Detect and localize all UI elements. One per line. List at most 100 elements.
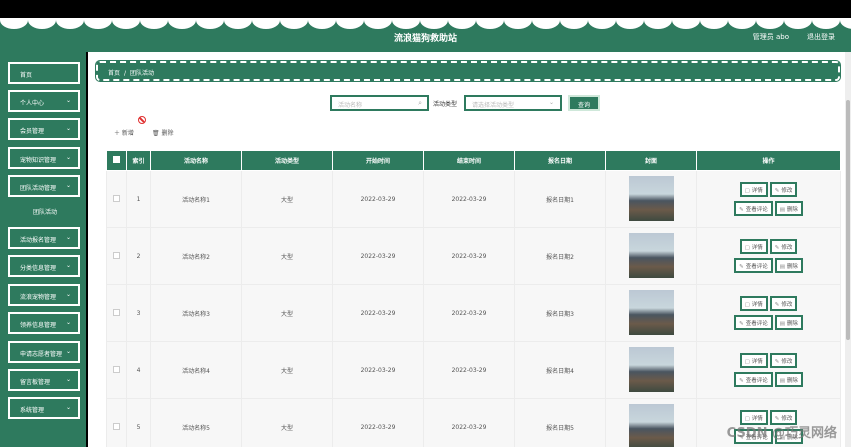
activity-name-search-input[interactable]: 活动名称 ⌕	[330, 95, 429, 111]
delete-button[interactable]: ▤ 删除	[774, 258, 803, 273]
view-comments-button[interactable]: ✎ 查看评论	[734, 315, 773, 330]
breadcrumb-current: 团队活动	[130, 70, 155, 77]
sidebar: 首页 个人中心 ⌄ 会员管理 ⌄ 宠物知识管理 ⌄ 团队活动管理 ⌄ 团队活动 活动报名…	[0, 52, 86, 447]
sidebar-item-volunteer[interactable]: 申请志愿者管理 ⌄	[8, 341, 80, 363]
cell-date: 报名日期3	[514, 284, 606, 342]
table-header-row: 索引 活动名称 活动类型 开始时间 结束时间 报名日期 封面 操作	[106, 150, 841, 171]
cell-end: 2022-03-29	[423, 227, 515, 285]
cover-image[interactable]	[628, 289, 674, 335]
col-name: 活动名称	[150, 150, 242, 171]
cell-date: 报名日期4	[514, 341, 606, 399]
cell-type: 大型	[241, 341, 333, 399]
table-row[interactable]: 3 活动名称3 大型 2022-03-29 2022-03-29 报名日期3 ▢ 详情 ✎ 修改✎…	[106, 284, 841, 342]
window-top-strip	[0, 0, 851, 18]
batch-delete-button[interactable]: 🗑 删除	[152, 128, 174, 137]
edit-icon: ✎	[739, 207, 744, 213]
cell-index: 2	[126, 227, 151, 285]
edit-button[interactable]: ✎ 修改	[769, 353, 798, 368]
cell-cover	[605, 170, 697, 228]
sidebar-item-adoption[interactable]: 领养信息管理 ⌄	[8, 312, 80, 334]
row-checkbox[interactable]	[106, 227, 127, 285]
detail-button[interactable]: ▢ 详情	[739, 353, 768, 368]
cell-date: 报名日期5	[514, 398, 606, 447]
cell-end: 2022-03-29	[423, 284, 515, 342]
cell-cover	[605, 341, 697, 399]
cover-image[interactable]	[628, 346, 674, 392]
cell-type: 大型	[241, 284, 333, 342]
edit-icon: ✎	[739, 264, 744, 270]
trash-icon: ▤	[779, 321, 785, 327]
edit-button[interactable]: ✎ 修改	[769, 182, 798, 197]
cell-cover	[605, 227, 697, 285]
edit-icon: ✎	[774, 302, 780, 308]
table-row[interactable]: 4 活动名称4 大型 2022-03-29 2022-03-29 报名日期4 ▢ 详情 ✎ 修改✎…	[106, 341, 841, 399]
sidebar-item-activity-signup[interactable]: 活动报名管理 ⌄	[8, 227, 80, 249]
cover-image[interactable]	[628, 232, 674, 278]
cell-date: 报名日期2	[514, 227, 606, 285]
row-checkbox[interactable]	[106, 170, 127, 228]
sidebar-subitem-team-activity[interactable]: 团队活动	[12, 203, 78, 218]
edit-button[interactable]: ✎ 修改	[769, 239, 798, 254]
chevron-down-icon: ⌄	[65, 125, 71, 132]
table-row[interactable]: 1 活动名称1 大型 2022-03-29 2022-03-29 报名日期1 ▢ 详情 ✎ 修改✎…	[106, 170, 841, 228]
add-button[interactable]: ＋ 新增	[114, 128, 134, 137]
cell-type: 大型	[241, 398, 333, 447]
row-checkbox[interactable]	[106, 341, 127, 399]
detail-button[interactable]: ▢ 详情	[739, 296, 768, 311]
scrollbar-thumb[interactable]	[846, 100, 850, 340]
cell-end: 2022-03-29	[423, 398, 515, 447]
edit-icon: ✎	[739, 378, 744, 384]
row-checkbox[interactable]	[106, 284, 127, 342]
delete-button[interactable]: ▤ 删除	[774, 201, 803, 216]
table-row[interactable]: 2 活动名称2 大型 2022-03-29 2022-03-29 报名日期2 ▢ 详情 ✎ 修改✎…	[106, 227, 841, 285]
sidebar-item-home[interactable]: 首页	[8, 62, 80, 84]
cell-cover	[605, 398, 697, 447]
chevron-down-icon: ⌄	[65, 291, 71, 298]
detail-button[interactable]: ▢ 详情	[739, 239, 768, 254]
cover-image[interactable]	[628, 175, 674, 221]
edit-icon: ✎	[774, 188, 780, 194]
chevron-down-icon: ⌄	[65, 234, 71, 241]
trash-icon: 🗑	[152, 130, 162, 137]
breadcrumb-home[interactable]: 首页	[108, 70, 120, 77]
sidebar-item-message-board[interactable]: 留言板管理 ⌄	[8, 369, 80, 391]
edit-icon: ✎	[774, 245, 780, 251]
cell-date: 报名日期1	[514, 170, 606, 228]
detail-button[interactable]: ▢ 详情	[739, 182, 768, 197]
cell-name: 活动名称1	[150, 170, 242, 228]
chevron-down-icon: ⌄	[65, 97, 71, 104]
sidebar-item-members[interactable]: 会员管理 ⌄	[8, 118, 80, 140]
chevron-down-icon: ⌄	[65, 319, 71, 326]
view-comments-button[interactable]: ✎ 查看评论	[734, 258, 773, 273]
query-button[interactable]: 查询	[568, 95, 600, 111]
sidebar-item-pet-knowledge[interactable]: 宠物知识管理 ⌄	[8, 147, 80, 169]
breadcrumb: 首页 / 团队活动	[95, 60, 841, 82]
document-icon: ▢	[744, 245, 750, 251]
disabled-cursor-icon	[138, 116, 146, 124]
view-comments-button[interactable]: ✎ 查看评论	[734, 372, 773, 387]
cell-end: 2022-03-29	[423, 170, 515, 228]
delete-button[interactable]: ▤ 删除	[774, 372, 803, 387]
cell-start: 2022-03-29	[332, 284, 424, 342]
sidebar-item-profile[interactable]: 个人中心 ⌄	[8, 90, 80, 112]
row-checkbox[interactable]	[106, 398, 127, 447]
sidebar-item-team-activity[interactable]: 团队活动管理 ⌄	[8, 175, 80, 197]
cell-name: 活动名称5	[150, 398, 242, 447]
view-comments-button[interactable]: ✎ 查看评论	[734, 201, 773, 216]
select-all-checkbox[interactable]	[106, 150, 127, 171]
cover-image[interactable]	[628, 403, 674, 447]
cell-type: 大型	[241, 227, 333, 285]
document-icon: ▢	[744, 359, 750, 365]
activity-type-select[interactable]: 请选择活动类型 ⌄	[464, 95, 562, 111]
delete-button[interactable]: ▤ 删除	[774, 315, 803, 330]
chevron-down-icon: ⌄	[65, 154, 71, 161]
cell-name: 活动名称3	[150, 284, 242, 342]
edit-button[interactable]: ✎ 修改	[769, 296, 798, 311]
sidebar-item-stray-pets[interactable]: 流浪宠物管理 ⌄	[8, 284, 80, 306]
cell-start: 2022-03-29	[332, 170, 424, 228]
trash-icon: ▤	[779, 264, 785, 270]
logout-link[interactable]: 退出登录	[807, 32, 835, 42]
sidebar-item-system[interactable]: 系统管理 ⌄	[8, 397, 80, 419]
sidebar-item-category[interactable]: 分类信息管理 ⌄	[8, 255, 80, 277]
col-cover: 封面	[605, 150, 697, 171]
